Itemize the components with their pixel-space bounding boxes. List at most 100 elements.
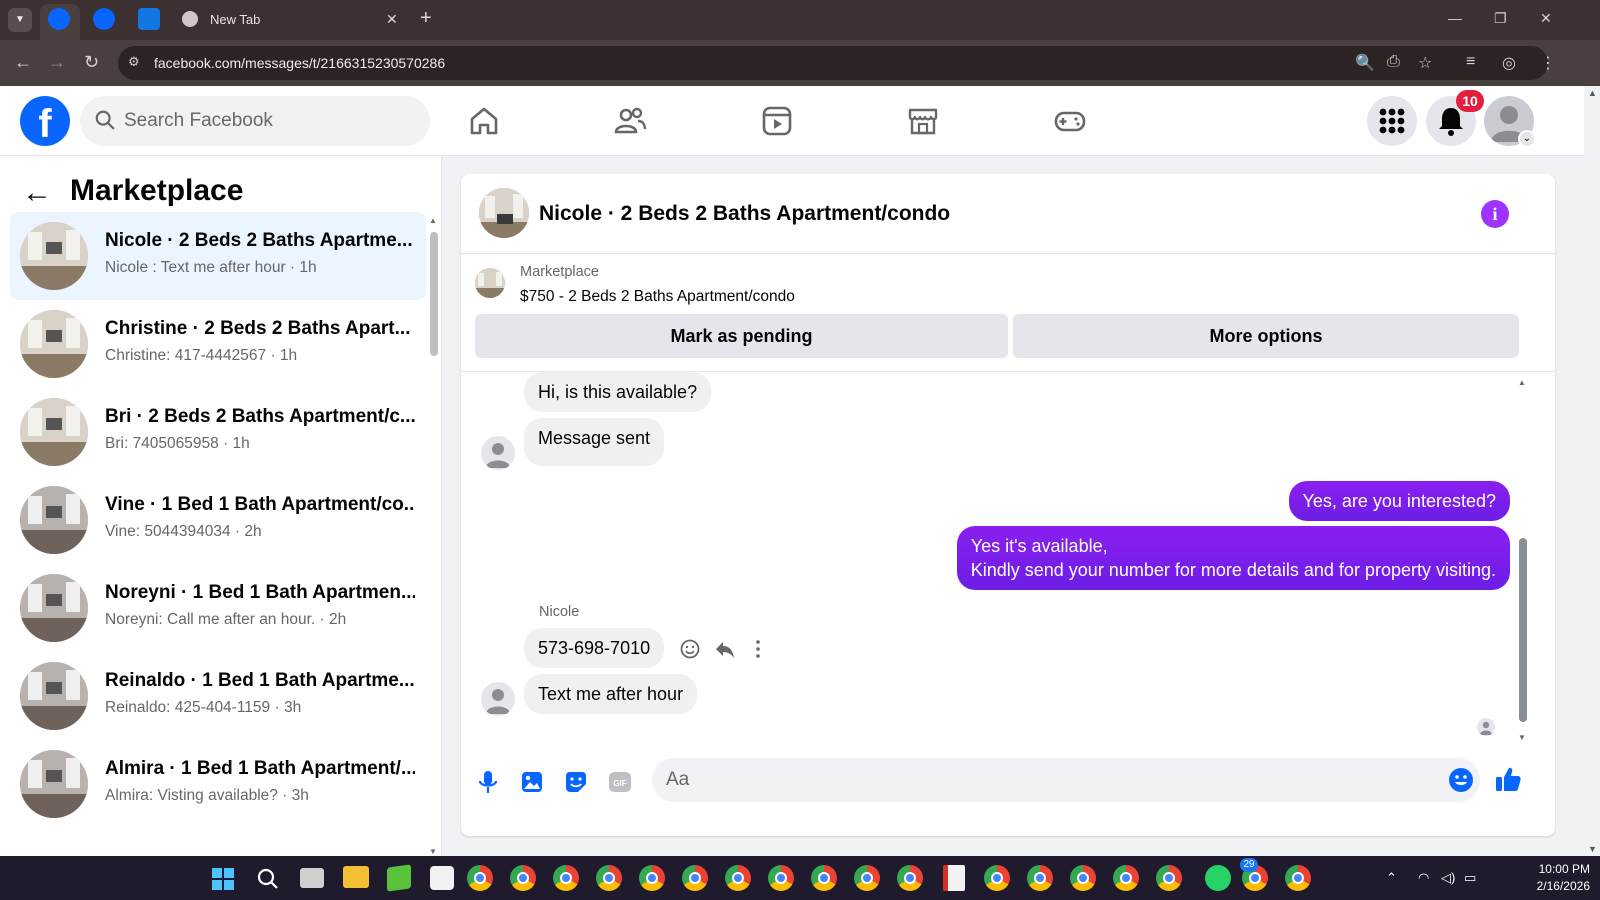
taskbar-search-icon[interactable] xyxy=(256,867,280,891)
chrome-taskbar-icon[interactable] xyxy=(1113,865,1139,891)
listing-title[interactable]: $750 - 2 Beds 2 Baths Apartment/condo xyxy=(520,288,795,306)
chrome-taskbar-icon[interactable] xyxy=(768,865,794,891)
emoji-icon[interactable] xyxy=(1447,766,1475,794)
account-chevron-down-icon[interactable]: ⌄ xyxy=(1518,130,1536,148)
message-bubble[interactable]: 573-698-7010 xyxy=(524,628,665,668)
message-bubble-outgoing[interactable]: Yes, are you interested? xyxy=(1288,481,1510,521)
url-field[interactable]: ⚙ facebook.com/messages/t/21663152305702… xyxy=(118,46,1548,80)
menu-grid-button[interactable] xyxy=(1367,96,1417,146)
chrome-taskbar-icon[interactable] xyxy=(682,865,708,891)
conversation-item[interactable]: Noreyni · 1 Bed 1 Bath Apartmen... Noreyn… xyxy=(10,564,426,652)
file-explorer-icon[interactable] xyxy=(343,866,369,888)
chrome-taskbar-icon[interactable] xyxy=(1156,865,1182,891)
scroll-down-icon[interactable]: ▼ xyxy=(1588,844,1597,854)
gaming-icon[interactable] xyxy=(1053,104,1087,138)
microphone-icon[interactable] xyxy=(474,768,502,796)
tab-facebook-2[interactable] xyxy=(93,8,115,30)
sender-avatar[interactable] xyxy=(481,436,515,470)
sender-avatar[interactable] xyxy=(481,682,515,716)
marketplace-icon[interactable] xyxy=(906,104,940,138)
search-box[interactable] xyxy=(80,96,430,146)
task-view-icon[interactable] xyxy=(300,868,324,888)
sidebar-scrollbar[interactable]: ▲ ▼ xyxy=(428,216,438,856)
friends-icon[interactable] xyxy=(613,104,647,138)
back-button[interactable]: ← xyxy=(14,52,32,73)
spreadsheet-app-icon[interactable] xyxy=(387,864,411,892)
scroll-up-icon[interactable]: ▲ xyxy=(1588,88,1597,98)
windows-start-icon[interactable] xyxy=(211,867,235,891)
more-options-button[interactable]: More options xyxy=(1013,314,1519,358)
scroll-down-icon[interactable]: ▼ xyxy=(1518,733,1526,742)
like-thumbs-up-icon[interactable] xyxy=(1493,764,1523,794)
chrome-taskbar-icon[interactable] xyxy=(1285,865,1311,891)
facebook-logo[interactable]: f xyxy=(20,96,70,146)
message-bubble-outgoing[interactable]: Yes it's available, Kindly send your num… xyxy=(956,526,1510,590)
sticker-icon[interactable] xyxy=(562,768,590,796)
compose-box[interactable] xyxy=(652,758,1480,802)
chrome-taskbar-icon[interactable] xyxy=(811,865,837,891)
message-bubble[interactable]: Hi, is this available? xyxy=(524,372,712,412)
chrome-taskbar-icon[interactable] xyxy=(639,865,665,891)
menu-icon[interactable]: ⋮ xyxy=(1540,53,1556,73)
close-tab-icon[interactable]: ✕ xyxy=(386,11,398,28)
scroll-down-icon[interactable]: ▼ xyxy=(429,847,437,856)
search-input[interactable] xyxy=(124,108,414,134)
chrome-taskbar-icon[interactable] xyxy=(596,865,622,891)
video-icon[interactable] xyxy=(760,104,794,138)
reply-icon[interactable] xyxy=(714,638,736,660)
tab-zillow[interactable] xyxy=(138,8,160,30)
chrome-taskbar-icon[interactable] xyxy=(725,865,751,891)
chrome-taskbar-icon[interactable] xyxy=(984,865,1010,891)
microsoft-store-icon[interactable] xyxy=(430,866,454,890)
conversation-item[interactable]: Bri · 2 Beds 2 Baths Apartment/c... Bri: … xyxy=(10,388,426,476)
new-tab-button[interactable]: + xyxy=(420,7,432,30)
tab-new-tab-title[interactable]: New Tab xyxy=(210,12,260,27)
scroll-up-icon[interactable]: ▲ xyxy=(429,216,437,225)
chat-title[interactable]: Nicole · 2 Beds 2 Baths Apartment/condo xyxy=(539,202,950,226)
chrome-taskbar-icon[interactable] xyxy=(1070,865,1096,891)
message-bubble[interactable]: Message sent xyxy=(524,418,665,466)
profile-icon[interactable]: ◎ xyxy=(1502,53,1516,73)
listing-avatar[interactable] xyxy=(479,188,529,238)
message-bubble[interactable]: Text me after hour xyxy=(524,674,698,714)
chrome-taskbar-icon[interactable] xyxy=(467,865,493,891)
bookmark-star-icon[interactable]: ☆ xyxy=(1418,53,1432,73)
mark-as-pending-button[interactable]: Mark as pending xyxy=(475,314,1008,358)
scroll-up-icon[interactable]: ▲ xyxy=(1518,378,1526,387)
react-emoji-icon[interactable] xyxy=(679,638,701,660)
close-window-button[interactable]: ✕ xyxy=(1540,10,1552,27)
chrome-taskbar-icon[interactable] xyxy=(553,865,579,891)
wifi-icon[interactable]: ◠ xyxy=(1418,870,1429,886)
battery-icon[interactable]: ▭ xyxy=(1464,870,1476,886)
chrome-taskbar-icon[interactable] xyxy=(897,865,923,891)
maximize-button[interactable]: ❐ xyxy=(1494,10,1507,27)
tab-search-button[interactable]: ▼ xyxy=(8,8,32,32)
conversation-item[interactable]: Reinaldo · 1 Bed 1 Bath Apartme... Reinal… xyxy=(10,652,426,740)
info-icon[interactable]: i xyxy=(1481,200,1509,228)
conversation-item[interactable]: Vine · 1 Bed 1 Bath Apartment/co... Vine:… xyxy=(10,476,426,564)
system-clock[interactable]: 10:00 PM 2/16/2026 xyxy=(1520,861,1590,895)
reload-button[interactable]: ↻ xyxy=(84,52,99,73)
volume-icon[interactable]: ◁) xyxy=(1441,870,1455,886)
scrollbar-thumb[interactable] xyxy=(430,232,438,356)
document-app-icon[interactable] xyxy=(943,865,965,891)
gif-icon[interactable]: GIF xyxy=(606,768,634,796)
reading-list-icon[interactable]: ≡ xyxy=(1466,53,1475,71)
scrollbar-thumb[interactable] xyxy=(1519,538,1527,722)
back-arrow-icon[interactable]: ← xyxy=(22,176,52,210)
home-icon[interactable] xyxy=(467,104,501,138)
listing-thumbnail[interactable] xyxy=(475,268,505,298)
chrome-taskbar-icon[interactable] xyxy=(1027,865,1053,891)
photo-icon[interactable] xyxy=(518,768,546,796)
minimize-button[interactable]: — xyxy=(1448,10,1462,26)
chrome-taskbar-icon[interactable] xyxy=(854,865,880,891)
url-text[interactable]: facebook.com/messages/t/2166315230570286 xyxy=(154,55,445,71)
show-hidden-icons-chevron-icon[interactable]: ⌃ xyxy=(1386,870,1397,886)
zoom-icon[interactable]: 🔍 xyxy=(1355,53,1375,73)
forward-button[interactable]: → xyxy=(48,52,66,73)
conversation-item[interactable]: Nicole · 2 Beds 2 Baths Apartme... Nicole… xyxy=(10,212,426,300)
more-actions-icon[interactable] xyxy=(747,638,769,660)
conversation-item[interactable]: Christine · 2 Beds 2 Baths Apart... Chris… xyxy=(10,300,426,388)
message-scrollbar[interactable]: ▲ ▼ xyxy=(1517,378,1529,742)
site-info-icon[interactable]: ⚙ xyxy=(128,54,140,70)
